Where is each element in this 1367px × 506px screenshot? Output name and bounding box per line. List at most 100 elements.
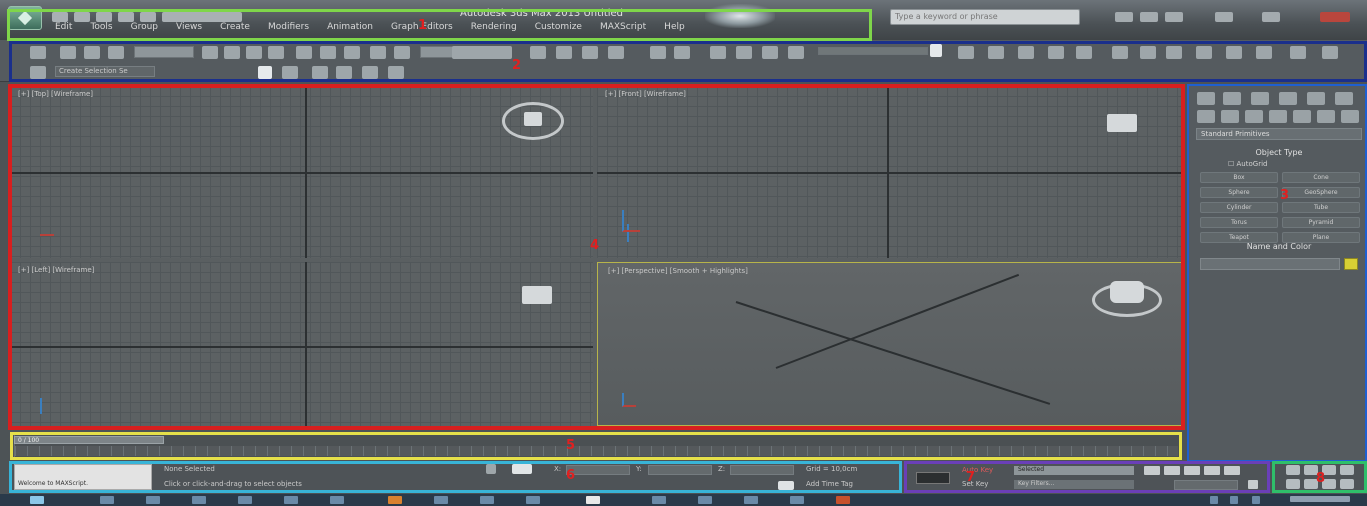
- menu-animation[interactable]: Animation: [327, 22, 373, 36]
- taskbar-app-icon[interactable]: [480, 496, 494, 504]
- move-icon[interactable]: [296, 46, 312, 59]
- white-box-icon[interactable]: [258, 66, 272, 79]
- tube-button[interactable]: Tube: [1282, 202, 1360, 213]
- new-file-icon[interactable]: [52, 12, 68, 22]
- pyramid-button[interactable]: Pyramid: [1282, 217, 1360, 228]
- helpers-icon[interactable]: [1293, 110, 1311, 123]
- tray-icon[interactable]: [1210, 496, 1218, 504]
- unlink-icon[interactable]: [84, 46, 100, 59]
- render-production-icon[interactable]: [1112, 46, 1128, 59]
- clock-area[interactable]: [1290, 496, 1350, 502]
- print-size-icon[interactable]: [1290, 46, 1306, 59]
- cylinder-button[interactable]: Cylinder: [1200, 202, 1278, 213]
- taskbar-app-icon[interactable]: [146, 496, 160, 504]
- environment-icon[interactable]: [1196, 46, 1212, 59]
- selection-filter-dropdown[interactable]: [134, 46, 194, 58]
- motion-tab-icon[interactable]: [1279, 92, 1297, 105]
- viewcube-icon[interactable]: [1107, 114, 1137, 132]
- select-by-name-icon[interactable]: [224, 46, 240, 59]
- render-iterative-icon[interactable]: [1140, 46, 1156, 59]
- rendered-frame-window-icon[interactable]: [1076, 46, 1092, 59]
- rectangle-selection-icon[interactable]: [246, 46, 262, 59]
- menu-views[interactable]: Views: [176, 22, 202, 36]
- object-type-rollout[interactable]: Object Type: [1196, 148, 1362, 157]
- space-warps-icon[interactable]: [1317, 110, 1335, 123]
- percent-snap-icon[interactable]: [650, 46, 666, 59]
- modify-tab-icon[interactable]: [1223, 92, 1241, 105]
- cameras-icon[interactable]: [1269, 110, 1287, 123]
- curve-editor-icon[interactable]: [958, 46, 974, 59]
- shapes-icon[interactable]: [1221, 110, 1239, 123]
- rotate-icon[interactable]: [320, 46, 336, 59]
- viewport-label-left[interactable]: [+] [Left] [Wireframe]: [18, 266, 94, 274]
- autogrid-checkbox[interactable]: ☐ AutoGrid: [1228, 160, 1267, 168]
- taskbar-app-icon[interactable]: [790, 496, 804, 504]
- menu-help[interactable]: Help: [664, 22, 685, 36]
- taskbar-app-icon[interactable]: [100, 496, 114, 504]
- add-time-tag[interactable]: Add Time Tag: [806, 480, 853, 488]
- taskbar-app-icon[interactable]: [192, 496, 206, 504]
- taskbar-app-icon[interactable]: [238, 496, 252, 504]
- mirror-icon[interactable]: [736, 46, 752, 59]
- select-and-manipulate-icon[interactable]: [530, 46, 546, 59]
- systems-icon[interactable]: [1341, 110, 1359, 123]
- time-configuration-icon[interactable]: [1248, 480, 1258, 489]
- menu-modifiers[interactable]: Modifiers: [268, 22, 309, 36]
- align-icon[interactable]: [762, 46, 778, 59]
- zoom-icon[interactable]: [1286, 465, 1300, 475]
- viewport-label-perspective[interactable]: [+] [Perspective] [Smooth + Highlights]: [608, 267, 748, 275]
- menu-group[interactable]: Group: [131, 22, 158, 36]
- display-tab-icon[interactable]: [1307, 92, 1325, 105]
- name-and-color-rollout[interactable]: Name and Color: [1196, 242, 1362, 251]
- viewcube-icon[interactable]: [522, 286, 552, 304]
- activeshade-icon[interactable]: [1166, 46, 1182, 59]
- spinner-snap-icon[interactable]: [674, 46, 690, 59]
- reference-coordinate-icon[interactable]: [370, 46, 386, 59]
- taskbar-app-icon[interactable]: [284, 496, 298, 504]
- star-icon[interactable]: [1140, 12, 1158, 22]
- menu-maxscript[interactable]: MAXScript: [600, 22, 646, 36]
- maximize-viewport-icon[interactable]: [1340, 479, 1354, 489]
- schematic-view-icon[interactable]: [988, 46, 1004, 59]
- layer-toolbar-icon[interactable]: [30, 66, 46, 79]
- selected-dropdown[interactable]: Selected: [1014, 466, 1134, 475]
- field-of-view-icon[interactable]: [1286, 479, 1300, 489]
- menu-create[interactable]: Create: [220, 22, 250, 36]
- y-coord-field[interactable]: [648, 465, 712, 475]
- hierarchy-tab-icon[interactable]: [1251, 92, 1269, 105]
- taskbar-app-icon[interactable]: [330, 496, 344, 504]
- taskbar-app-icon[interactable]: [652, 496, 666, 504]
- batch-render-icon[interactable]: [1256, 46, 1272, 59]
- viewport-label-front[interactable]: [+] [Front] [Wireframe]: [605, 90, 686, 98]
- tray-icon[interactable]: [1252, 496, 1260, 504]
- taskbar-app-icon[interactable]: [526, 496, 540, 504]
- x-coord-field[interactable]: [566, 465, 630, 475]
- geometry-icon[interactable]: [1197, 110, 1215, 123]
- viewcube-icon[interactable]: [524, 112, 542, 126]
- pivot-center-icon[interactable]: [394, 46, 410, 59]
- previous-frame-icon[interactable]: [1164, 466, 1180, 475]
- info-center-icon[interactable]: [1115, 12, 1133, 22]
- close-button[interactable]: [1320, 12, 1350, 22]
- bind-space-warp-icon[interactable]: [108, 46, 124, 59]
- layer-select-icon[interactable]: [336, 66, 352, 79]
- undo-icon[interactable]: [118, 12, 134, 22]
- redo-icon[interactable]: [140, 12, 156, 22]
- box-button[interactable]: Box: [1200, 172, 1278, 183]
- undo-tool-icon[interactable]: [30, 46, 46, 59]
- go-to-start-icon[interactable]: [1144, 466, 1160, 475]
- taskbar-app-icon[interactable]: [836, 496, 850, 504]
- link-icon[interactable]: [60, 46, 76, 59]
- help-icon[interactable]: [1165, 12, 1183, 22]
- graphite-tools-icon[interactable]: [930, 44, 942, 57]
- window-crossing-icon[interactable]: [268, 46, 284, 59]
- edit-named-selection-icon[interactable]: [710, 46, 726, 59]
- taskbar-app-icon[interactable]: [434, 496, 448, 504]
- key-filters-button[interactable]: Key Filters...: [1014, 480, 1134, 489]
- maximize-button[interactable]: [1262, 12, 1280, 22]
- torus-button[interactable]: Torus: [1200, 217, 1278, 228]
- layer-add-icon[interactable]: [282, 66, 298, 79]
- zoom-extents-all-icon[interactable]: [1340, 465, 1354, 475]
- search-input[interactable]: Type a keyword or phrase: [890, 9, 1080, 25]
- viewcube-icon[interactable]: [1110, 281, 1144, 303]
